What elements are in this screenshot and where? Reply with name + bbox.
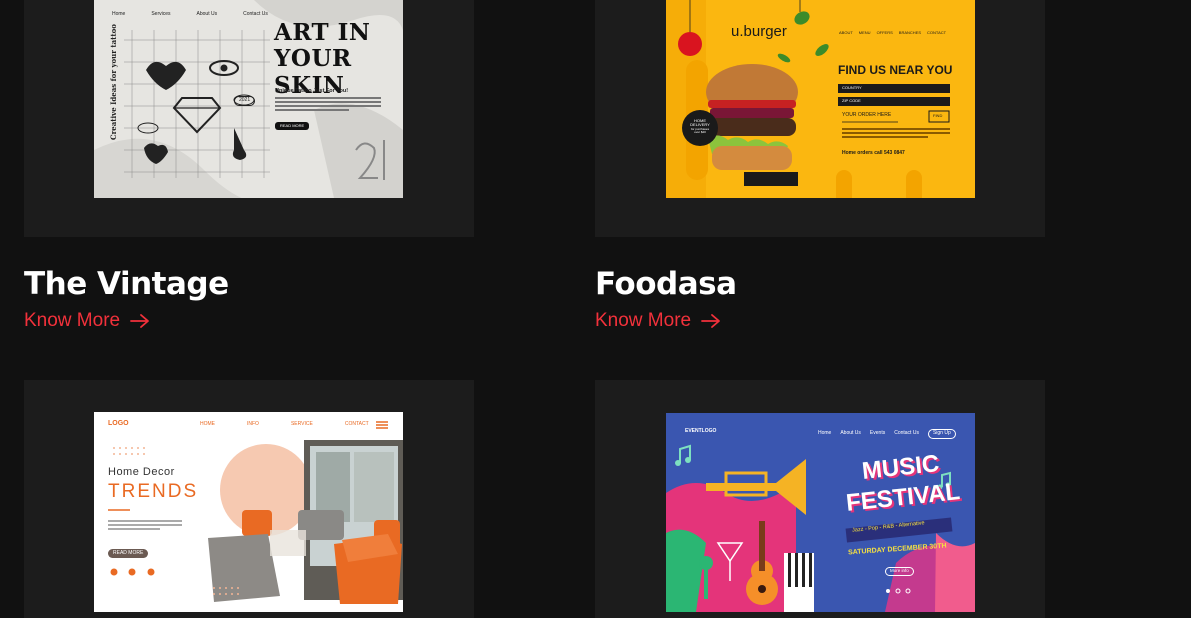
foodasa-body-text (842, 128, 950, 140)
home-decor-nav-service[interactable]: SERVICE (291, 421, 313, 428)
music-festival-nav-about[interactable]: About Us (840, 430, 861, 437)
know-more-link-vintage[interactable]: Know More (24, 310, 150, 332)
home-decor-nav: HOME INFO SERVICE CONTACT (200, 421, 369, 428)
home-decor-kicker: Home Decor (108, 466, 175, 478)
home-decor-nav-home[interactable]: HOME (200, 421, 215, 428)
foodasa-order-link[interactable]: YOUR ORDER HERE (842, 112, 891, 119)
project-title-foodasa: Foodasa (595, 266, 737, 302)
music-festival-artwork (666, 444, 975, 612)
foodasa-logo: u.burger (731, 23, 787, 40)
home-decor-nav-info[interactable]: INFO (247, 421, 259, 428)
vintage-read-more-button[interactable]: READ MORE (275, 122, 310, 131)
foodasa-find-button[interactable]: FIND (933, 113, 942, 118)
vintage-body-text (275, 97, 381, 113)
vintage-nav: Home Services About Us Contact Us (112, 11, 268, 18)
vintage-preview-image[interactable]: Home Services About Us Contact Us Creati… (94, 0, 403, 198)
music-festival-nav: Home About Us Events Contact Us Sign Up (818, 429, 956, 439)
home-decor-body-text (108, 520, 182, 532)
music-festival-preview-image[interactable]: EVENTLOGO Home About Us Events Contact U… (666, 413, 975, 612)
foodasa-nav-offers[interactable]: OFFERS (877, 30, 893, 35)
vintage-nav-home[interactable]: Home (112, 11, 125, 18)
know-more-link-foodasa[interactable]: Know More (595, 310, 721, 332)
home-decor-headline: TRENDS (108, 481, 199, 502)
foodasa-badge-line4: over $20 (694, 130, 706, 135)
arrow-right-icon (701, 314, 721, 328)
foodasa-nav: ABOUT MENU OFFERS BRANCHES CONTACT (839, 30, 946, 35)
project-card-foodasa[interactable]: u.burger ABOUT MENU OFFERS BRANCHES CONT… (595, 0, 1045, 237)
vintage-side-text: Creative Ideas for your tattoo (109, 24, 118, 140)
music-festival-logo: EVENTLOGO (685, 428, 717, 434)
music-festival-signup-button[interactable]: Sign Up (927, 429, 956, 439)
foodasa-delivery-badge: HOME DELIVERY for purchases over $20 (684, 118, 716, 135)
foodasa-nav-menu[interactable]: MENU (859, 30, 871, 35)
vintage-nav-contact[interactable]: Contact Us (243, 11, 268, 18)
foodasa-country-select[interactable]: COUNTRY (842, 85, 862, 90)
foodasa-preview-image[interactable]: u.burger ABOUT MENU OFFERS BRANCHES CONT… (666, 0, 975, 198)
vintage-nav-services[interactable]: Services (151, 11, 170, 18)
vintage-subheadline: Unique Tattoo Just For You! (275, 88, 349, 94)
foodasa-nav-branches[interactable]: BRANCHES (899, 30, 921, 35)
project-card-music-festival[interactable]: EVENTLOGO Home About Us Events Contact U… (595, 380, 1045, 618)
vintage-badge: 2021 (234, 96, 256, 106)
know-more-label: Know More (595, 310, 692, 331)
foodasa-zip-select[interactable]: ZIP CODE (842, 98, 861, 103)
vintage-nav-about[interactable]: About Us (197, 11, 218, 18)
music-festival-nav-contact[interactable]: Contact Us (894, 430, 919, 437)
project-card-home-decor[interactable]: LOGO HOME INFO SERVICE CONTACT Home Deco… (24, 380, 474, 618)
arrow-right-icon (130, 314, 150, 328)
home-decor-preview-image[interactable]: LOGO HOME INFO SERVICE CONTACT Home Deco… (94, 412, 403, 612)
project-title-vintage: The Vintage (24, 266, 229, 302)
know-more-label: Know More (24, 310, 121, 331)
home-decor-logo: LOGO (108, 420, 129, 427)
foodasa-nav-about[interactable]: ABOUT (839, 30, 853, 35)
music-festival-nav-home[interactable]: Home (818, 430, 831, 437)
foodasa-nav-contact[interactable]: CONTACT (927, 30, 946, 35)
home-decor-nav-contact[interactable]: CONTACT (345, 421, 369, 428)
music-festival-nav-events[interactable]: Events (870, 430, 885, 437)
foodasa-phone: Home orders call 543 0847 (842, 150, 905, 156)
home-decor-read-more-button[interactable]: READ MORE (108, 549, 149, 558)
project-card-vintage[interactable]: Home Services About Us Contact Us Creati… (24, 0, 474, 237)
foodasa-headline: FIND US NEAR YOU (838, 63, 953, 77)
home-decor-artwork (108, 421, 403, 604)
music-festival-more-info-button[interactable]: More info (885, 567, 914, 576)
